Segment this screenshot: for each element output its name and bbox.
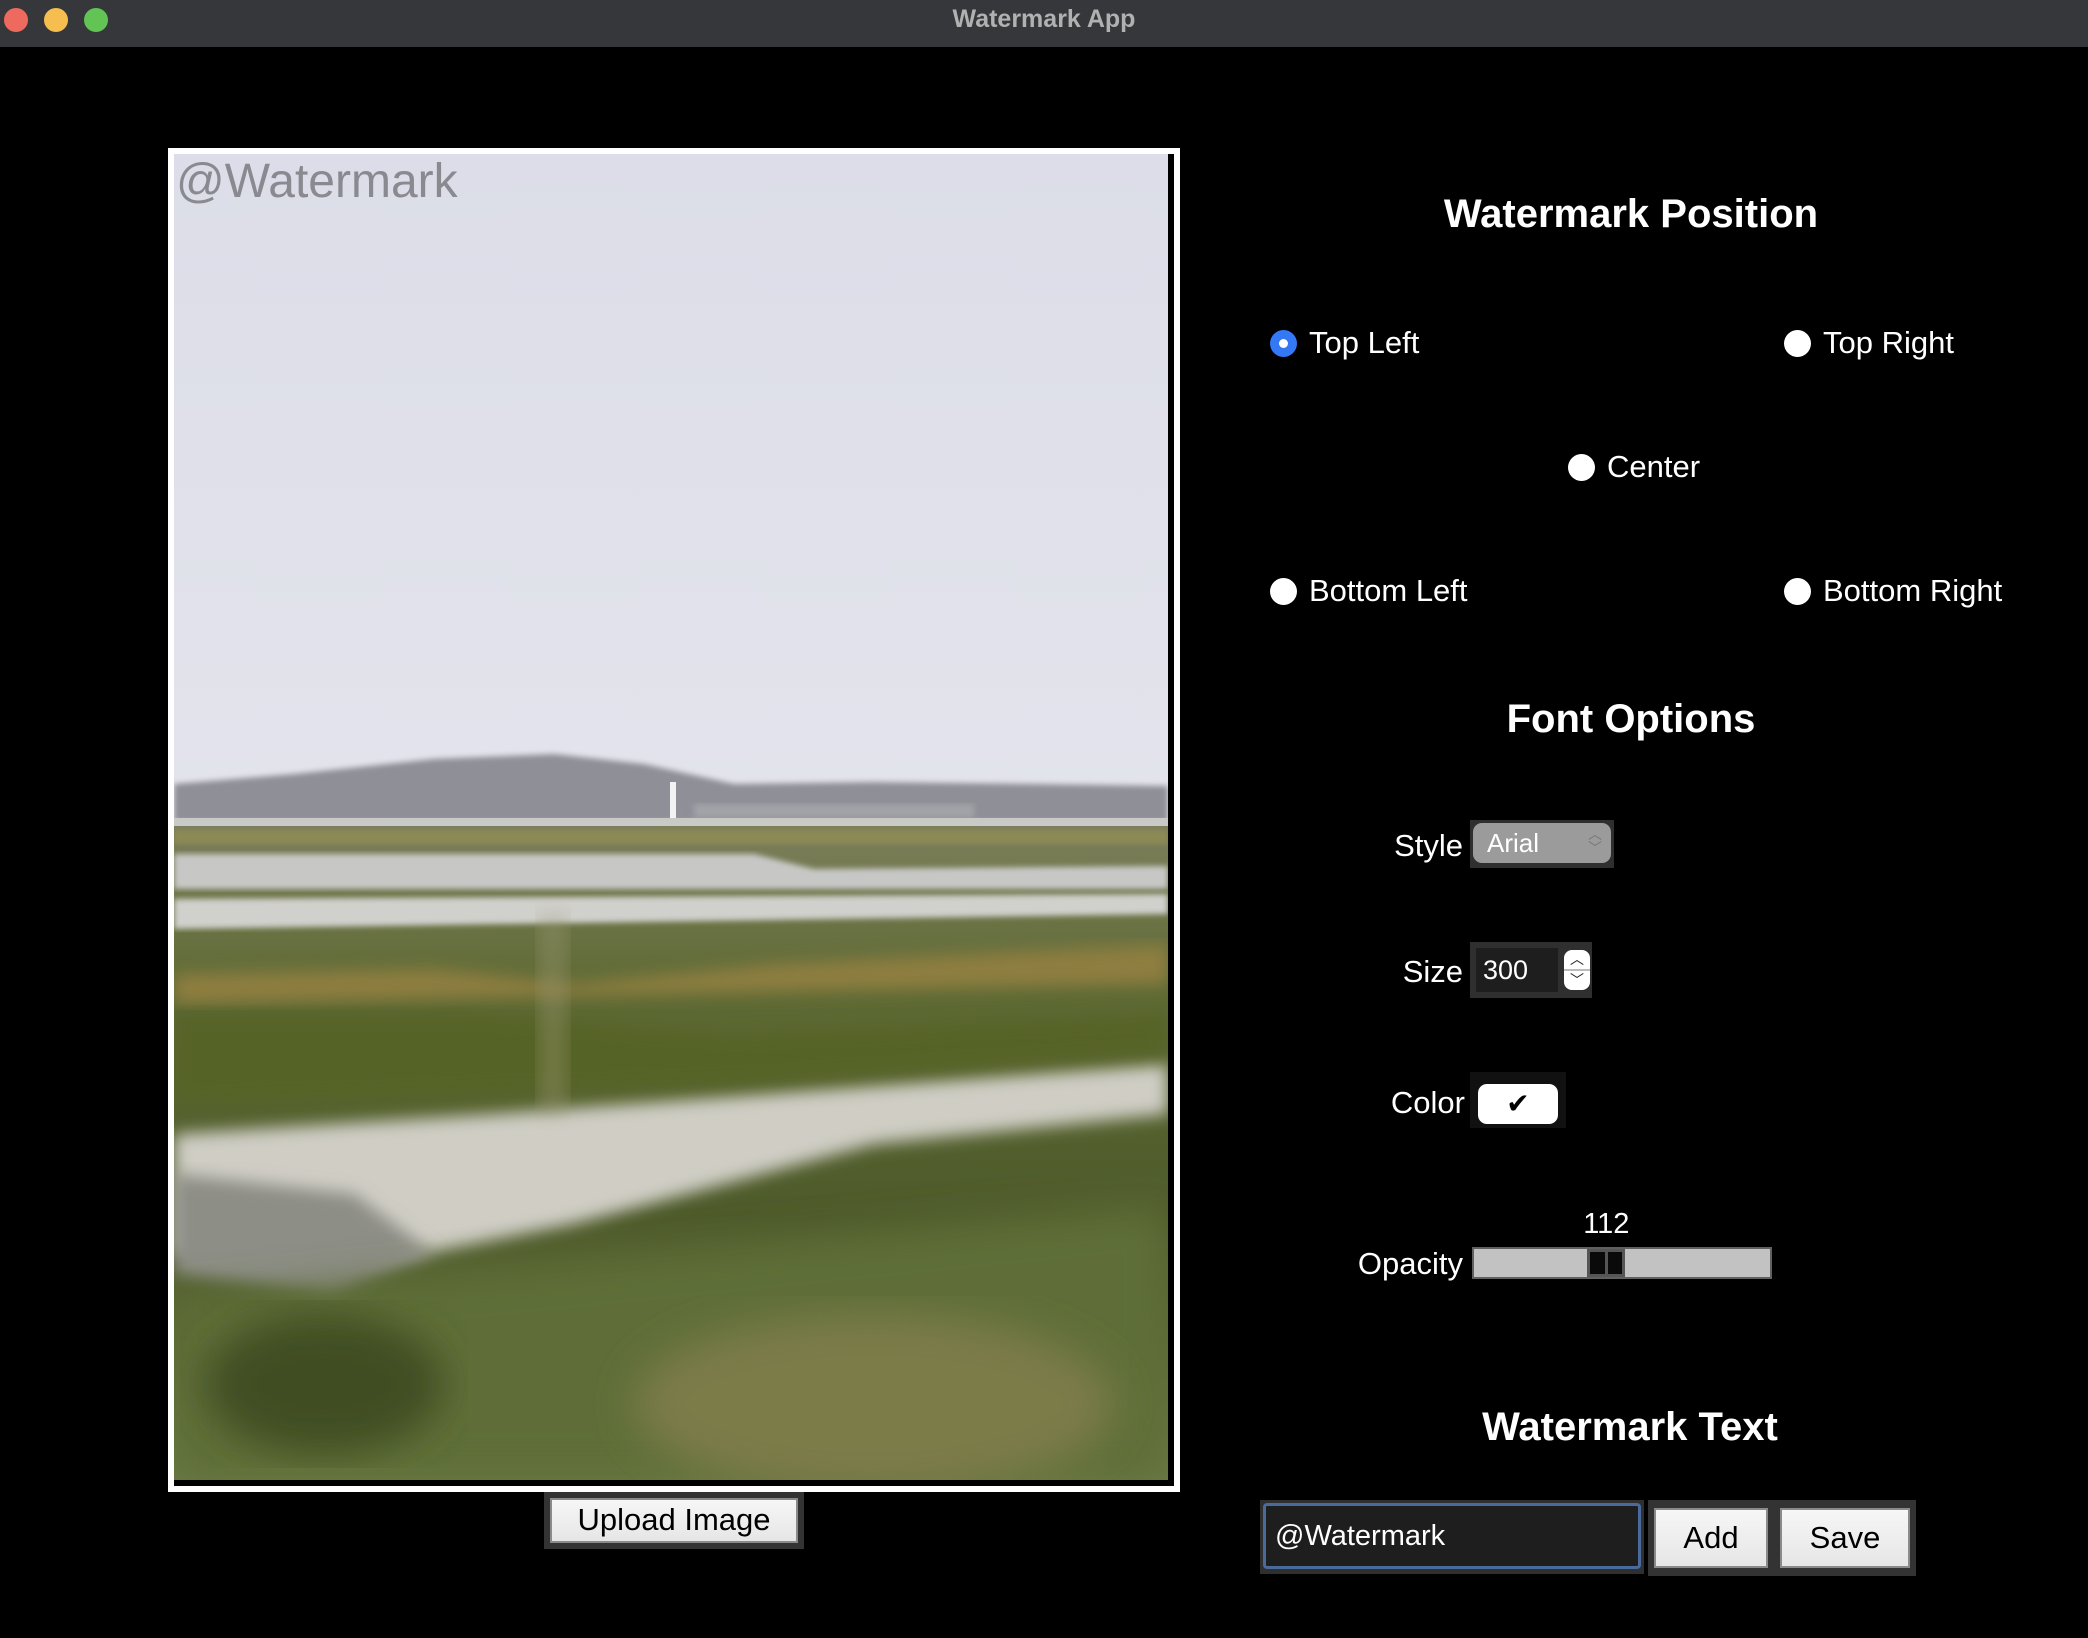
radio-bottom-left[interactable]: Bottom Left xyxy=(1270,571,1468,611)
radio-label: Bottom Right xyxy=(1823,573,2003,608)
upload-image-button[interactable]: Upload Image xyxy=(550,1498,798,1543)
save-button[interactable]: Save xyxy=(1780,1508,1910,1568)
radio-unselected-icon xyxy=(1568,453,1595,481)
radio-top-right[interactable]: Top Right xyxy=(1784,323,1954,363)
checkmark-icon: ✔ xyxy=(1506,1088,1530,1119)
window-title: Watermark App xyxy=(952,5,1136,33)
updown-chevron-icon: ︿ ﹀ xyxy=(1588,826,1602,856)
color-picker-button[interactable]: ✔ xyxy=(1478,1084,1558,1124)
opacity-label: Opacity xyxy=(1357,1246,1463,1281)
preview-photo xyxy=(174,154,1168,1480)
opacity-value: 112 xyxy=(1583,1208,1630,1240)
add-button[interactable]: Add xyxy=(1654,1508,1768,1568)
radio-label: Top Left xyxy=(1309,325,1420,360)
radio-bottom-right[interactable]: Bottom Right xyxy=(1784,571,2002,611)
image-preview-frame: @Watermark xyxy=(168,148,1180,1492)
font-style-value: Arial xyxy=(1487,828,1540,858)
radio-unselected-icon xyxy=(1270,577,1297,605)
radio-top-left[interactable]: Top Left xyxy=(1270,323,1419,363)
watermark-text-input[interactable] xyxy=(1263,1503,1641,1569)
increment-chevron-icon[interactable]: ︿ xyxy=(1564,950,1590,969)
size-stepper[interactable]: ︿ ﹀ xyxy=(1564,950,1590,990)
radio-unselected-icon xyxy=(1784,329,1811,357)
image-preview-canvas: @Watermark xyxy=(174,154,1174,1486)
decrement-chevron-icon[interactable]: ﹀ xyxy=(1564,971,1590,990)
radio-label: Bottom Left xyxy=(1309,573,1468,608)
opacity-slider-thumb[interactable] xyxy=(1587,1249,1626,1277)
size-label: Size xyxy=(1402,954,1463,989)
radio-selected-icon xyxy=(1270,329,1297,357)
radio-label: Top Right xyxy=(1823,325,1954,360)
position-heading: Watermark Position xyxy=(1443,192,1819,236)
watermark-overlay-text: @Watermark xyxy=(176,155,458,208)
title-bar: Watermark App xyxy=(0,0,2088,47)
watermark-text-heading: Watermark Text xyxy=(1482,1405,1778,1449)
font-size-input[interactable] xyxy=(1476,948,1558,992)
radio-unselected-icon xyxy=(1784,577,1811,605)
font-style-select[interactable]: Arial ︿ ﹀ xyxy=(1473,823,1611,863)
landscape-photo xyxy=(174,154,1168,1480)
radio-label: Center xyxy=(1607,449,1701,484)
style-label: Style xyxy=(1394,828,1463,863)
color-label: Color xyxy=(1390,1085,1465,1120)
radio-center[interactable]: Center xyxy=(1568,447,1700,487)
font-options-heading: Font Options xyxy=(1506,697,1756,741)
